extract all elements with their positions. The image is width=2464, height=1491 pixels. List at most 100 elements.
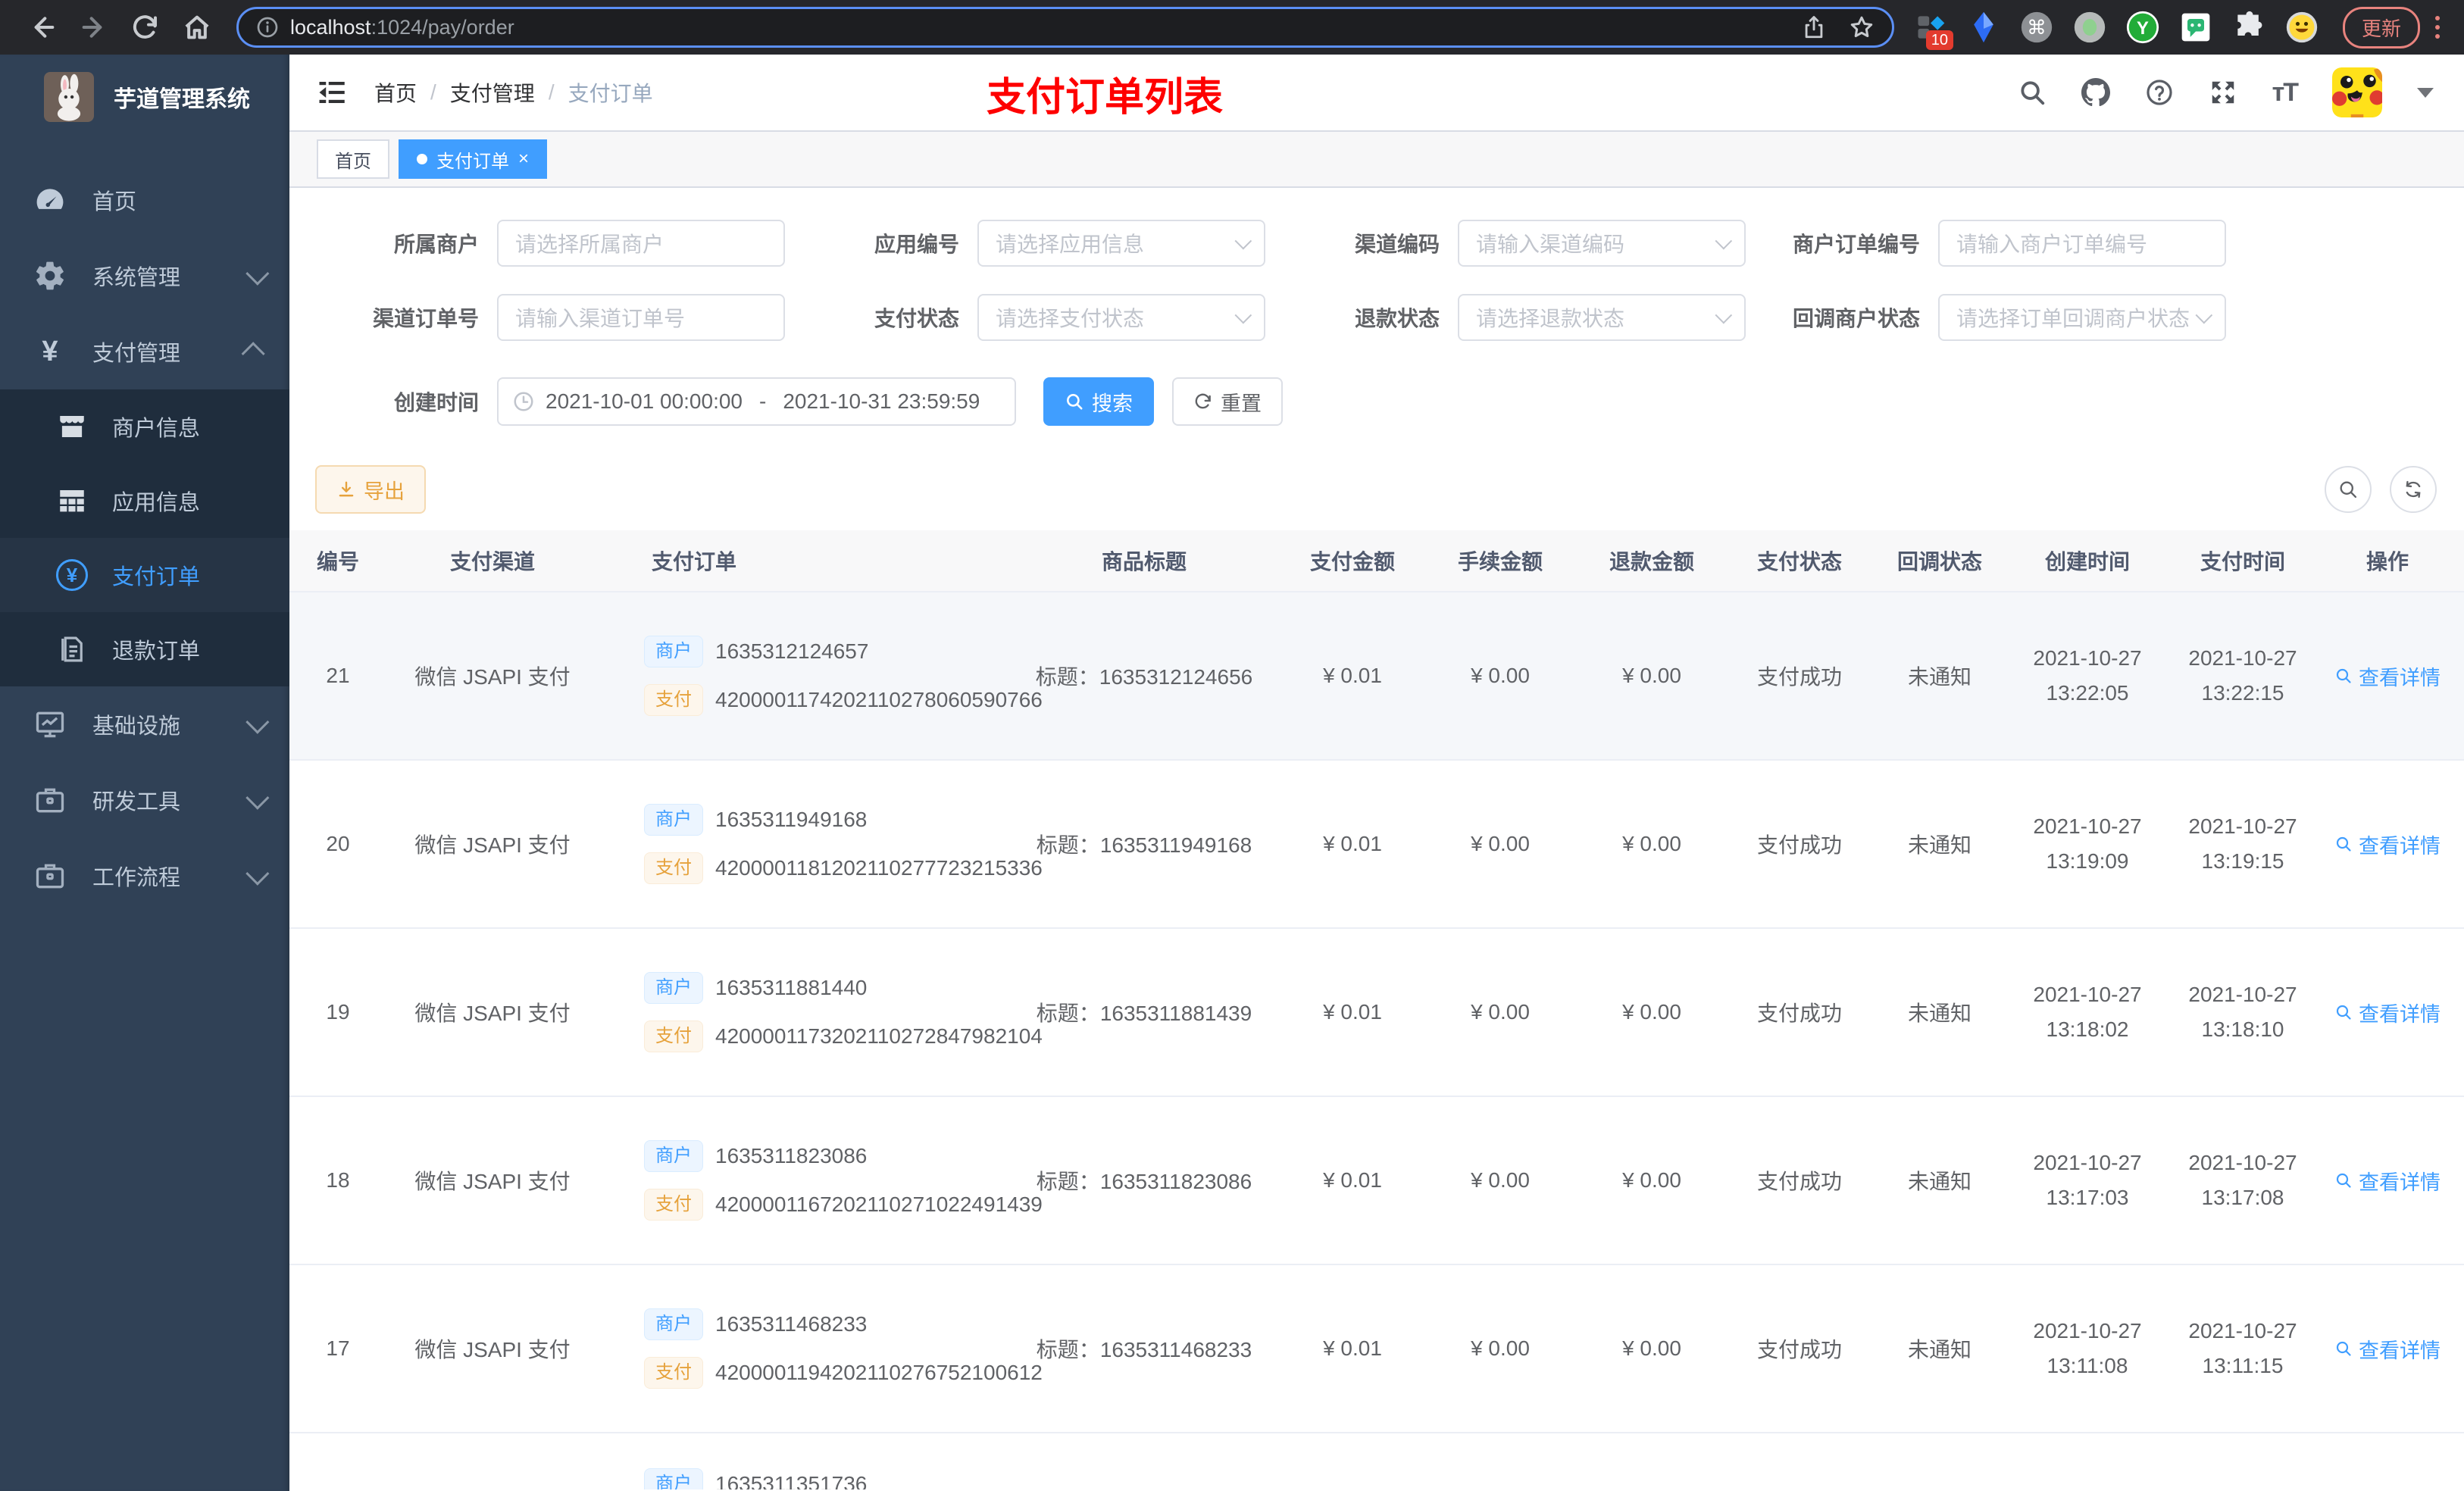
- yen-icon: ¥: [42, 335, 58, 367]
- github-icon[interactable]: [2081, 78, 2110, 107]
- view-detail-link[interactable]: 查看详情: [2334, 661, 2441, 691]
- font-size-icon[interactable]: ᴛT: [2272, 78, 2299, 108]
- pay-channel: 微信 JSAPI 支付: [414, 833, 571, 857]
- tab-close-icon[interactable]: ×: [518, 150, 529, 168]
- extension-blocks-icon[interactable]: 10: [1914, 11, 1953, 50]
- channel-pay-no: 4200001194202110276752100612: [715, 1361, 1043, 1384]
- navbar-actions: ᴛT: [2018, 67, 2434, 117]
- channel-pay-no: 4200001173202110272847982104: [715, 1024, 1043, 1048]
- merchant-order-no: 1635311468233: [715, 1312, 868, 1336]
- merchant-filter-input[interactable]: 请选择所属商户: [497, 220, 785, 267]
- sidebar-fold-icon[interactable]: [317, 77, 349, 108]
- channel-code-filter-select[interactable]: 请输入渠道编码: [1458, 220, 1746, 267]
- search-button[interactable]: 搜索: [1043, 377, 1154, 426]
- extension-dot-icon[interactable]: [2073, 11, 2106, 44]
- table-row[interactable]: 19 微信 JSAPI 支付 商户 1635311881440 支付 4200001…: [289, 929, 2464, 1097]
- extension-y-icon[interactable]: Y: [2126, 11, 2159, 44]
- sidebar-item-workflow[interactable]: 工作流程: [0, 838, 289, 914]
- back-icon[interactable]: [27, 12, 58, 42]
- help-icon[interactable]: [2145, 78, 2174, 107]
- create-time-range-input[interactable]: 2021-10-01 00:00:00 - 2021-10-31 23:59:5…: [497, 377, 1016, 426]
- breadcrumb-payment[interactable]: 支付管理: [450, 77, 535, 108]
- pay-status: 支付成功: [1756, 833, 1842, 857]
- sidebar-item-merchant-info[interactable]: 商户信息: [0, 389, 289, 464]
- sidebar-item-home[interactable]: 首页: [0, 162, 289, 238]
- chevron-down-icon: [1234, 232, 1252, 250]
- search-icon[interactable]: [2018, 78, 2047, 107]
- merchant-order-no-filter-label: 商户订单编号: [1792, 233, 1920, 256]
- pay-tag: 支付: [644, 1189, 703, 1221]
- reload-icon[interactable]: [130, 12, 161, 42]
- reset-button[interactable]: 重置: [1172, 377, 1283, 426]
- view-detail-link[interactable]: 查看详情: [2334, 998, 2441, 1027]
- fullscreen-icon[interactable]: [2209, 78, 2237, 107]
- sidebar-item-app-info[interactable]: 应用信息: [0, 464, 289, 538]
- pay-time: 2021-10-27 13:18:10: [2188, 982, 2297, 1041]
- pay-status-filter-label: 支付状态: [874, 307, 959, 330]
- breadcrumb-current: 支付订单: [568, 82, 653, 105]
- user-avatar[interactable]: [2332, 67, 2382, 117]
- app-id-filter-label: 应用编号: [874, 233, 959, 256]
- view-detail-link[interactable]: 查看详情: [2334, 1166, 2441, 1196]
- sidebar-item-pay-order[interactable]: ¥ 支付订单: [0, 538, 289, 612]
- avatar-caret-icon[interactable]: [2417, 87, 2434, 98]
- url-path: :1024/pay/order: [371, 15, 514, 39]
- breadcrumb-home[interactable]: 首页: [374, 77, 417, 108]
- home-icon[interactable]: [182, 12, 212, 42]
- view-detail-link[interactable]: 查看详情: [2334, 1334, 2441, 1364]
- refresh-table-button[interactable]: [2390, 466, 2437, 513]
- table-row[interactable]: 18 微信 JSAPI 支付 商户 1635311823086 支付 4200001…: [289, 1097, 2464, 1265]
- orders-table: 编号 支付渠道 支付订单 商品标题 支付金额 手续金额 退款金额 支付状态 回调…: [289, 530, 2464, 1491]
- site-info-icon[interactable]: [255, 15, 280, 39]
- table-row[interactable]: 21 微信 JSAPI 支付 商户 1635312124657 支付 4200001…: [289, 592, 2464, 761]
- merchant-order-no-filter-input[interactable]: 请输入商户订单编号: [1938, 220, 2226, 267]
- table-row[interactable]: 20 微信 JSAPI 支付 商户 1635311949168 支付 4200001…: [289, 761, 2464, 929]
- table-row[interactable]: 17 微信 JSAPI 支付 商户 1635311468233 支付 4200001…: [289, 1265, 2464, 1433]
- browser-update-button[interactable]: 更新: [2342, 6, 2420, 48]
- refund-amount: ¥ 0.00: [1622, 1000, 1681, 1024]
- extension-command-icon[interactable]: ⌘: [2020, 11, 2053, 44]
- app-id-filter-select[interactable]: 请选择应用信息: [977, 220, 1265, 267]
- sidebar-item-refund-order[interactable]: 退款订单: [0, 612, 289, 686]
- extensions-puzzle-icon[interactable]: [2232, 11, 2265, 44]
- pay-tag: 支付: [644, 1021, 703, 1052]
- briefcase-icon: [33, 859, 67, 892]
- pay-channel: 微信 JSAPI 支付: [414, 665, 571, 689]
- magnifier-icon: [2336, 1341, 2351, 1356]
- notify-status-filter-select[interactable]: 请选择订单回调商户状态: [1938, 294, 2226, 341]
- tab-home[interactable]: 首页: [317, 139, 389, 179]
- sidebar-item-infra[interactable]: 基础设施: [0, 686, 289, 762]
- sidebar-item-system[interactable]: 系统管理: [0, 238, 289, 314]
- svg-text:Y: Y: [2137, 18, 2149, 39]
- extension-kite-icon[interactable]: [1967, 11, 2000, 44]
- bookmark-star-icon[interactable]: [1848, 14, 1875, 41]
- show-search-button[interactable]: [2325, 466, 2372, 513]
- extension-emoji-icon[interactable]: [2285, 11, 2319, 44]
- pay-amount: ¥ 0.01: [1323, 832, 1382, 855]
- pay-order-cell: 商户 1635312124657 支付 4200001174202110278060…: [599, 636, 1043, 716]
- refresh-icon: [2406, 480, 2421, 499]
- refund-status-filter-select[interactable]: 请选择退款状态: [1458, 294, 1746, 341]
- browser-menu-icon[interactable]: [2428, 16, 2447, 39]
- channel-order-no-filter-input[interactable]: 请输入渠道订单号: [497, 294, 785, 341]
- fee-amount: ¥ 0.00: [1471, 664, 1530, 687]
- pay-tag: 支付: [644, 1357, 703, 1389]
- merchant-filter-label: 所属商户: [393, 233, 479, 256]
- url-bar[interactable]: localhost :1024/pay/order: [236, 7, 1894, 48]
- export-button[interactable]: 导出: [315, 465, 426, 514]
- briefcase-icon: [33, 783, 67, 817]
- share-icon[interactable]: [1801, 14, 1827, 40]
- tab-pay-order[interactable]: 支付订单 ×: [399, 139, 548, 179]
- sidebar-item-payment[interactable]: ¥ 支付管理: [0, 314, 289, 389]
- merchant-order-no: 1635311351736: [715, 1472, 868, 1489]
- url-host: localhost: [290, 15, 371, 39]
- view-detail-link[interactable]: 查看详情: [2334, 830, 2441, 859]
- sidebar-item-dev-tools[interactable]: 研发工具: [0, 762, 289, 838]
- payment-submenu: 商户信息 应用信息 ¥ 支付订单 退款订单: [0, 389, 289, 686]
- extension-chat-icon[interactable]: [2179, 11, 2212, 44]
- pay-status-filter-select[interactable]: 请选择支付状态: [977, 294, 1265, 341]
- svg-text:⌘: ⌘: [2027, 17, 2047, 39]
- table-row-partial[interactable]: 商户 1635311351736: [289, 1433, 2464, 1489]
- forward-icon[interactable]: [79, 12, 109, 42]
- pay-channel: 微信 JSAPI 支付: [414, 1338, 571, 1361]
